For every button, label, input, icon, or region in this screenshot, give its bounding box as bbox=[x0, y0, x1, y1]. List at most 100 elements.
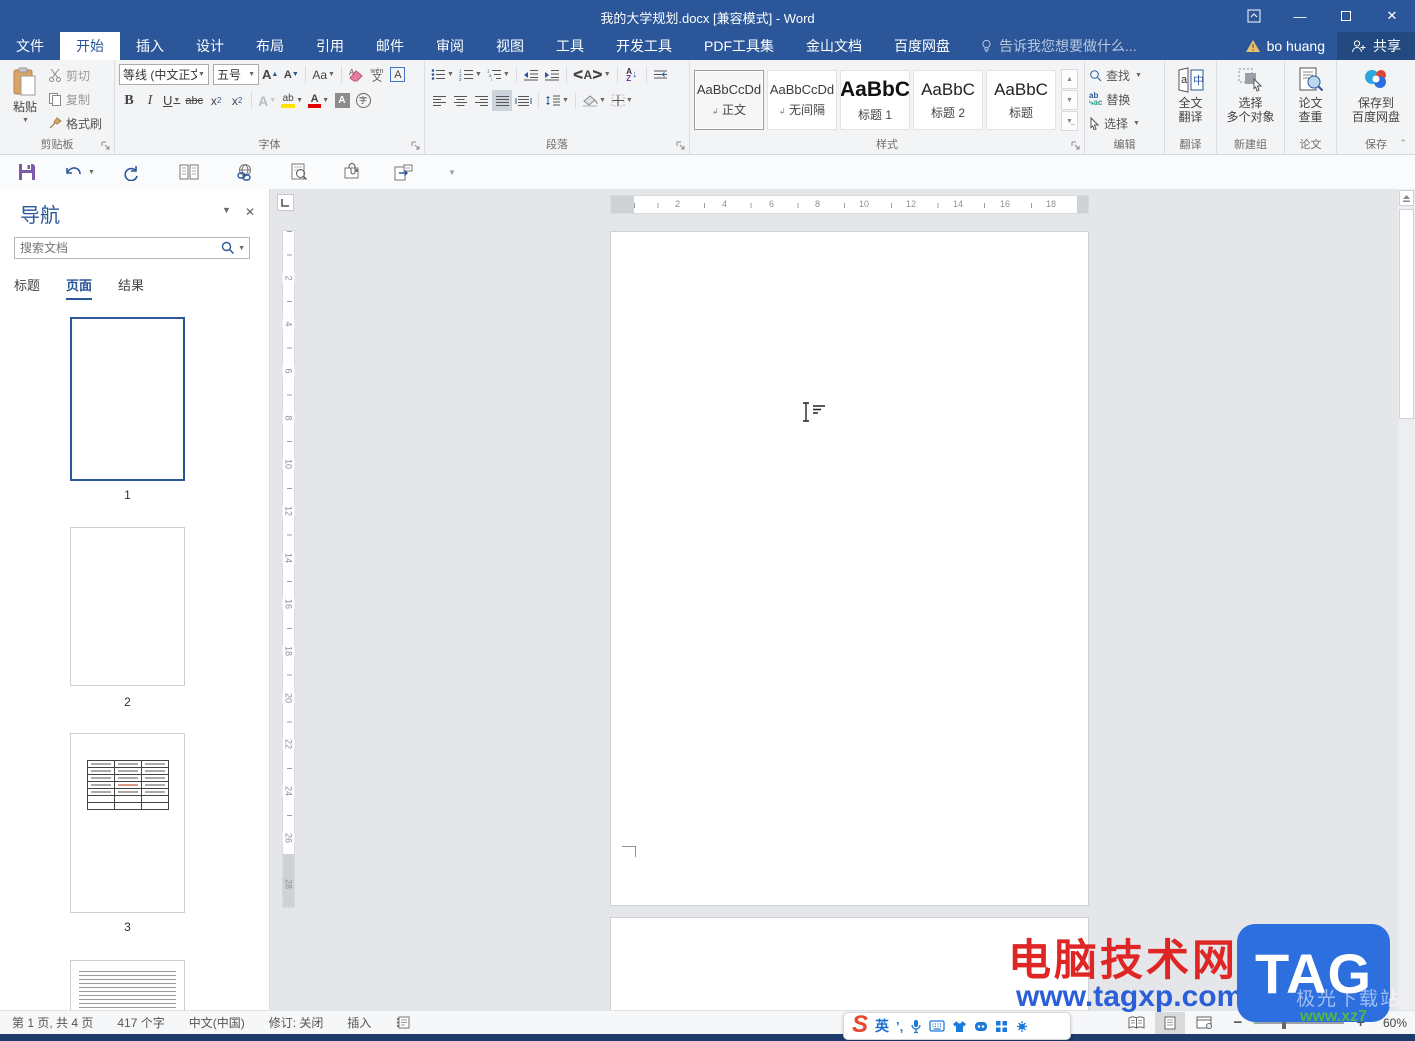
tab-layout[interactable]: 布局 bbox=[240, 32, 300, 60]
nav-tab-pages[interactable]: 页面 bbox=[66, 275, 93, 300]
shrink-font-button[interactable]: A ▼ bbox=[281, 64, 301, 85]
tab-design[interactable]: 设计 bbox=[180, 32, 240, 60]
clipboard-dialog-launcher[interactable] bbox=[101, 141, 111, 151]
sogou-logo-icon[interactable]: S bbox=[852, 1013, 868, 1037]
line-spacing-button[interactable]: ▼ bbox=[543, 90, 571, 111]
increase-indent-button[interactable] bbox=[542, 64, 562, 85]
redo-button[interactable] bbox=[108, 158, 154, 186]
bullets-button[interactable]: ▼ bbox=[429, 64, 456, 85]
font-color-button[interactable]: A ▼ bbox=[306, 90, 331, 111]
vertical-scrollbar[interactable] bbox=[1398, 189, 1415, 1010]
ribbon-display-options-button[interactable] bbox=[1231, 0, 1277, 32]
styles-dialog-launcher[interactable] bbox=[1071, 141, 1081, 151]
scrollbar-thumb[interactable] bbox=[1399, 209, 1414, 419]
tell-me-box[interactable]: 告诉我您想要做什么... bbox=[966, 32, 1151, 60]
grow-font-button[interactable]: A ▲ bbox=[260, 64, 280, 85]
web-layout-button[interactable] bbox=[1189, 1012, 1219, 1034]
page-thumbnail-4[interactable] bbox=[70, 960, 185, 1010]
text-effects-button[interactable]: A ▼ bbox=[256, 90, 278, 111]
style-heading1[interactable]: AaBbC 标题 1 bbox=[840, 70, 910, 130]
underline-button[interactable]: U ▼ bbox=[161, 90, 182, 111]
align-center-button[interactable] bbox=[450, 90, 470, 111]
tab-view[interactable]: 视图 bbox=[480, 32, 540, 60]
share-button[interactable]: 共享 bbox=[1337, 32, 1415, 60]
account-box[interactable]: bo huang bbox=[1233, 38, 1337, 54]
search-icon[interactable] bbox=[221, 241, 235, 255]
close-button[interactable]: ✕ bbox=[1369, 0, 1415, 32]
attach-file-button[interactable] bbox=[328, 158, 374, 186]
style-normal[interactable]: AaBbCcDd ↲ 正文 bbox=[694, 70, 764, 130]
undo-dropdown-arrow[interactable]: ▼ bbox=[88, 169, 95, 176]
read-mode-button[interactable] bbox=[1121, 1012, 1151, 1034]
strikethrough-button[interactable]: abc bbox=[183, 90, 205, 111]
ime-settings-icon[interactable] bbox=[1015, 1020, 1029, 1033]
tab-home[interactable]: 开始 bbox=[60, 32, 120, 60]
ime-mic-icon[interactable] bbox=[910, 1019, 922, 1034]
phonetic-guide-button[interactable]: wén 文 bbox=[367, 64, 387, 85]
full-text-translate-button[interactable]: a中 全文 翻译 bbox=[1173, 64, 1209, 136]
multilevel-list-button[interactable]: 1 a i ▼ bbox=[485, 64, 512, 85]
print-layout-button[interactable] bbox=[1155, 1011, 1186, 1034]
collapse-ribbon-button[interactable]: ⌃ bbox=[1399, 138, 1407, 149]
styles-scroll-down-button[interactable]: ▼ bbox=[1061, 90, 1078, 110]
select-multiple-objects-button[interactable]: 选择 多个对象 bbox=[1222, 64, 1278, 136]
align-left-button[interactable] bbox=[429, 90, 449, 111]
maximize-button[interactable] bbox=[1323, 0, 1369, 32]
tab-tools[interactable]: 工具 bbox=[540, 32, 600, 60]
decrease-indent-button[interactable] bbox=[521, 64, 541, 85]
tab-pdf-tools[interactable]: PDF工具集 bbox=[688, 32, 790, 60]
ime-skin-icon[interactable] bbox=[952, 1020, 967, 1033]
font-name-select[interactable]: 等线 (中文正文)▼ bbox=[119, 64, 209, 85]
style-title[interactable]: AaBbC 标题 bbox=[986, 70, 1056, 130]
save-to-baidu-button[interactable]: 保存到 百度网盘 bbox=[1348, 64, 1404, 136]
change-case-button[interactable]: Aa ▼ bbox=[310, 64, 337, 85]
search-dropdown-arrow[interactable]: ▼ bbox=[238, 245, 245, 252]
tab-references[interactable]: 引用 bbox=[300, 32, 360, 60]
subscript-button[interactable]: x2 bbox=[206, 90, 226, 111]
status-page-count[interactable]: 第 1 页, 共 4 页 bbox=[0, 1014, 105, 1031]
enclose-characters-button[interactable]: 字 bbox=[353, 90, 373, 111]
status-word-count[interactable]: 417 个字 bbox=[105, 1014, 176, 1031]
style-heading2[interactable]: AaBbC 标题 2 bbox=[913, 70, 983, 130]
clear-formatting-button[interactable]: A bbox=[346, 64, 366, 85]
print-preview-button[interactable] bbox=[276, 158, 322, 186]
nav-options-arrow[interactable]: ▼ bbox=[222, 205, 231, 219]
minimize-button[interactable]: — bbox=[1277, 0, 1323, 32]
status-language[interactable]: 中文(中国) bbox=[177, 1014, 257, 1031]
search-input[interactable] bbox=[15, 241, 222, 255]
styles-more-button[interactable]: ▼̲ bbox=[1061, 111, 1078, 131]
tab-insert[interactable]: 插入 bbox=[120, 32, 180, 60]
font-size-select[interactable]: 五号 ▼ bbox=[213, 64, 259, 85]
nav-tab-headings[interactable]: 标题 bbox=[14, 275, 40, 300]
numbering-button[interactable]: 1 2 3 ▼ bbox=[457, 64, 484, 85]
show-marks-button[interactable] bbox=[651, 64, 671, 85]
borders-button[interactable]: ▼ bbox=[609, 90, 635, 111]
tab-file[interactable]: 文件 bbox=[0, 32, 60, 60]
side-by-side-view-button[interactable] bbox=[166, 158, 212, 186]
ime-emoji-icon[interactable] bbox=[974, 1020, 988, 1033]
bold-button[interactable]: B bbox=[119, 90, 139, 111]
nav-tab-results[interactable]: 结果 bbox=[118, 275, 144, 300]
character-border-button[interactable]: A bbox=[388, 64, 408, 85]
tab-baidu-netdisk[interactable]: 百度网盘 bbox=[878, 32, 966, 60]
ime-toolbox-icon[interactable] bbox=[995, 1020, 1008, 1033]
sort-button[interactable]: A Z ↓ bbox=[622, 64, 642, 85]
status-insert-mode[interactable]: 插入 bbox=[335, 1014, 383, 1031]
shading-button[interactable]: ▼ bbox=[580, 90, 608, 111]
document-page-1[interactable] bbox=[610, 231, 1089, 906]
justify-button[interactable] bbox=[492, 90, 512, 111]
ime-language-mode[interactable]: 英 bbox=[875, 1016, 889, 1036]
paragraph-dialog-launcher[interactable] bbox=[676, 141, 686, 151]
style-no-spacing[interactable]: AaBbCcDd ↲ 无间隔 bbox=[767, 70, 837, 130]
distributed-button[interactable] bbox=[513, 90, 534, 111]
send-document-button[interactable] bbox=[380, 158, 426, 186]
undo-button[interactable]: ▼ bbox=[50, 158, 108, 186]
cut-button[interactable]: 剪切 bbox=[48, 64, 102, 86]
ime-keyboard-icon[interactable] bbox=[929, 1020, 945, 1032]
tab-review[interactable]: 审阅 bbox=[420, 32, 480, 60]
font-dialog-launcher[interactable] bbox=[411, 141, 421, 151]
tab-mailings[interactable]: 邮件 bbox=[360, 32, 420, 60]
save-button[interactable] bbox=[4, 158, 50, 186]
zoom-out-button[interactable]: − bbox=[1233, 1014, 1242, 1031]
highlight-color-button[interactable]: ab ▼ bbox=[279, 90, 305, 111]
